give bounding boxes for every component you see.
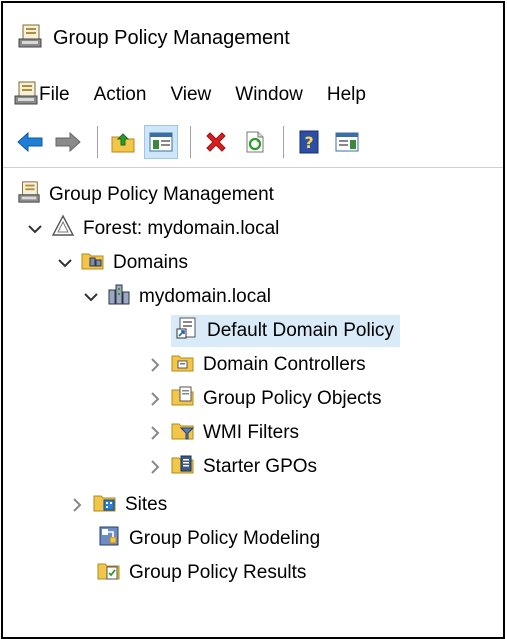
chevron-down-icon[interactable] bbox=[57, 258, 73, 268]
back-arrow-icon bbox=[17, 131, 43, 153]
tree-item-domain-controllers[interactable]: Domain Controllers bbox=[147, 349, 366, 381]
chevron-right-icon[interactable] bbox=[147, 358, 163, 372]
window-title: Group Policy Management bbox=[53, 26, 290, 49]
toolbar: ? bbox=[3, 117, 503, 167]
svg-text:?: ? bbox=[304, 133, 313, 152]
folder-up-icon bbox=[111, 133, 135, 153]
tree-item-results[interactable]: Group Policy Results bbox=[97, 557, 306, 589]
menu-view[interactable]: View bbox=[170, 84, 211, 106]
tree-item-domains[interactable]: Domains bbox=[57, 247, 188, 279]
toolbar-separator bbox=[97, 126, 98, 158]
action-pane-icon bbox=[335, 132, 359, 152]
chevron-right-icon[interactable] bbox=[147, 392, 163, 406]
tree-item-label: Forest: mydomain.local bbox=[83, 218, 280, 239]
tree-item-default-domain-policy[interactable]: Default Domain Policy bbox=[171, 315, 400, 347]
chevron-right-icon[interactable] bbox=[69, 498, 85, 512]
gpo-folder-icon bbox=[171, 384, 195, 414]
menu-bar: File Action View Window Help bbox=[3, 73, 503, 117]
tree-item-label: Domains bbox=[113, 252, 188, 273]
domains-folder-icon bbox=[81, 248, 105, 278]
forest-triangle-icon bbox=[51, 214, 75, 244]
forward-button[interactable] bbox=[51, 125, 85, 159]
tree-item-label: Group Policy Objects bbox=[203, 388, 382, 409]
toolbar-separator bbox=[190, 126, 191, 158]
gpm-console-icon bbox=[17, 23, 43, 54]
help-book-icon: ? bbox=[299, 130, 319, 154]
tree-item-root[interactable]: Group Policy Management bbox=[17, 179, 274, 211]
menu-file[interactable]: File bbox=[39, 84, 70, 106]
results-folder-icon bbox=[97, 558, 121, 588]
tree-item-label: WMI Filters bbox=[203, 422, 300, 443]
ou-folder-icon bbox=[171, 350, 195, 380]
tree-item-starter-gpos[interactable]: Starter GPOs bbox=[147, 451, 317, 483]
tree-item-label: Domain Controllers bbox=[203, 354, 366, 375]
tree-item-wmi-filters[interactable]: WMI Filters bbox=[147, 417, 299, 449]
delete-x-icon bbox=[206, 132, 226, 152]
app-menu-icon[interactable] bbox=[13, 80, 39, 111]
title-bar: Group Policy Management bbox=[3, 3, 503, 73]
tree-item-label: Default Domain Policy bbox=[207, 320, 394, 341]
tree-item-group-policy-objects[interactable]: Group Policy Objects bbox=[147, 383, 381, 415]
tree-item-label: Group Policy Modeling bbox=[129, 528, 321, 549]
toolbar-separator bbox=[283, 126, 284, 158]
show-hide-console-tree-button[interactable] bbox=[144, 125, 178, 159]
refresh-button[interactable] bbox=[237, 125, 271, 159]
up-one-level-button[interactable] bbox=[106, 125, 140, 159]
chevron-down-icon[interactable] bbox=[27, 224, 43, 234]
sites-folder-icon bbox=[93, 490, 117, 520]
chevron-down-icon[interactable] bbox=[83, 292, 99, 302]
menu-help[interactable]: Help bbox=[327, 84, 366, 106]
menu-action[interactable]: Action bbox=[94, 84, 147, 106]
tree-item-label: Group Policy Results bbox=[129, 562, 307, 583]
modeling-icon bbox=[97, 524, 121, 554]
tree-item-sites[interactable]: Sites bbox=[69, 489, 167, 521]
window: Group Policy Management File Action View… bbox=[1, 1, 505, 639]
tree-item-label: Sites bbox=[125, 494, 168, 515]
show-action-pane-button[interactable] bbox=[330, 125, 364, 159]
tree-item-domain[interactable]: mydomain.local bbox=[83, 281, 271, 313]
gpm-console-icon bbox=[17, 180, 41, 210]
console-tree: Group Policy Management Forest: mydomain… bbox=[3, 175, 503, 637]
tree-top-border bbox=[3, 167, 503, 168]
tree-item-modeling[interactable]: Group Policy Modeling bbox=[97, 523, 320, 555]
delete-button[interactable] bbox=[199, 125, 233, 159]
gpo-link-icon bbox=[175, 316, 199, 346]
starter-gpo-folder-icon bbox=[171, 452, 195, 482]
back-button[interactable] bbox=[13, 125, 47, 159]
help-button[interactable]: ? bbox=[292, 125, 326, 159]
tree-item-label: Starter GPOs bbox=[203, 456, 318, 477]
refresh-icon bbox=[246, 131, 264, 153]
filter-folder-icon bbox=[171, 418, 195, 448]
chevron-right-icon[interactable] bbox=[147, 426, 163, 440]
tree-item-forest[interactable]: Forest: mydomain.local bbox=[27, 213, 279, 245]
tree-item-label: Group Policy Management bbox=[49, 184, 274, 205]
console-tree-icon bbox=[149, 132, 173, 152]
forward-arrow-icon bbox=[55, 131, 81, 153]
menu-window[interactable]: Window bbox=[235, 84, 303, 106]
domain-buildings-icon bbox=[107, 282, 131, 312]
chevron-right-icon[interactable] bbox=[147, 460, 163, 474]
tree-item-label: mydomain.local bbox=[139, 286, 271, 307]
